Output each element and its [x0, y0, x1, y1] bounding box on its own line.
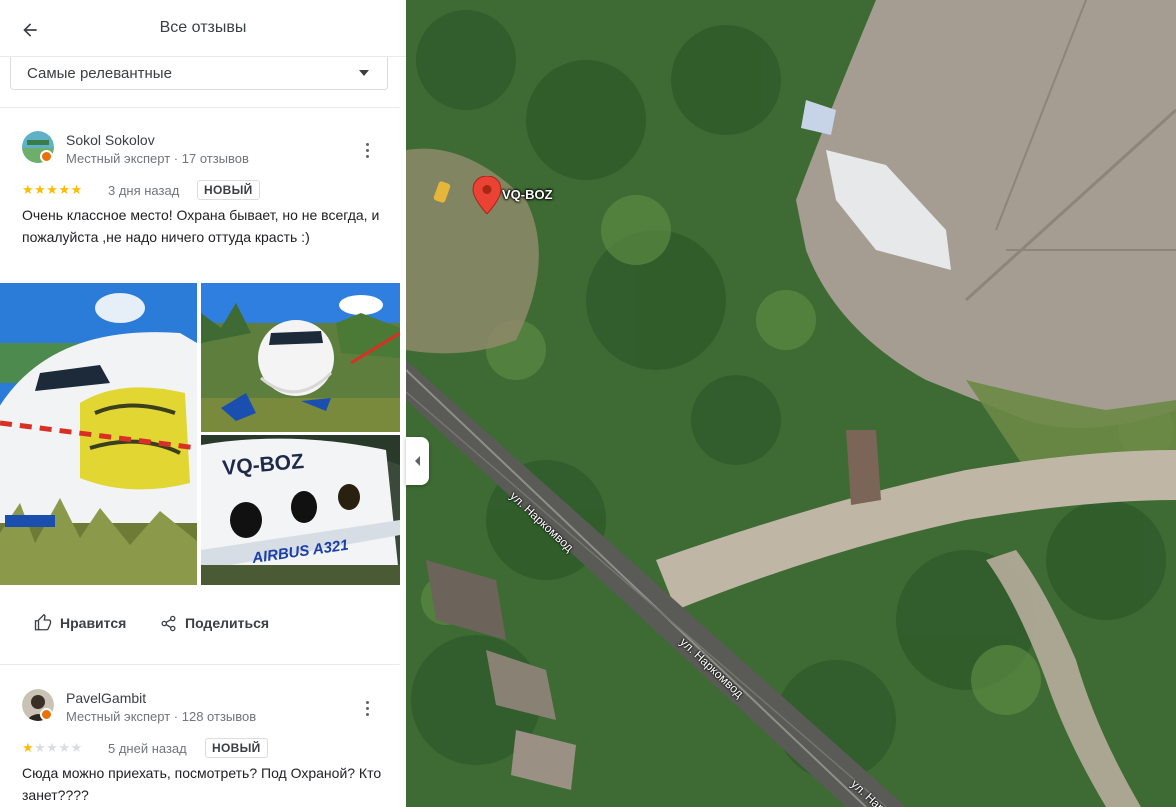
review-text: Сюда можно приехать, посмотреть? Под Охр… [22, 765, 382, 803]
local-guide-badge-icon [40, 708, 53, 721]
review-date: 5 дней назад [108, 741, 187, 756]
reviews-panel: Все отзывы Самые релевантные Sokol Sokol… [0, 0, 406, 807]
map-pin-icon[interactable] [472, 176, 502, 214]
collapse-panel-button[interactable] [406, 437, 429, 485]
reviewer-name[interactable]: PavelGambit [66, 690, 146, 706]
map-marker-label[interactable]: VQ-BOZ [502, 187, 553, 202]
new-badge: НОВЫЙ [205, 738, 268, 758]
chevron-left-icon [415, 456, 420, 466]
review-card: PavelGambit Местный эксперт · 128 отзыво… [0, 0, 400, 807]
rating-stars: ★★★★★ [22, 740, 83, 755]
more-vert-icon[interactable] [357, 696, 377, 720]
reviewer-meta[interactable]: Местный эксперт · 128 отзывов [66, 709, 256, 724]
satellite-map[interactable] [406, 0, 1176, 807]
